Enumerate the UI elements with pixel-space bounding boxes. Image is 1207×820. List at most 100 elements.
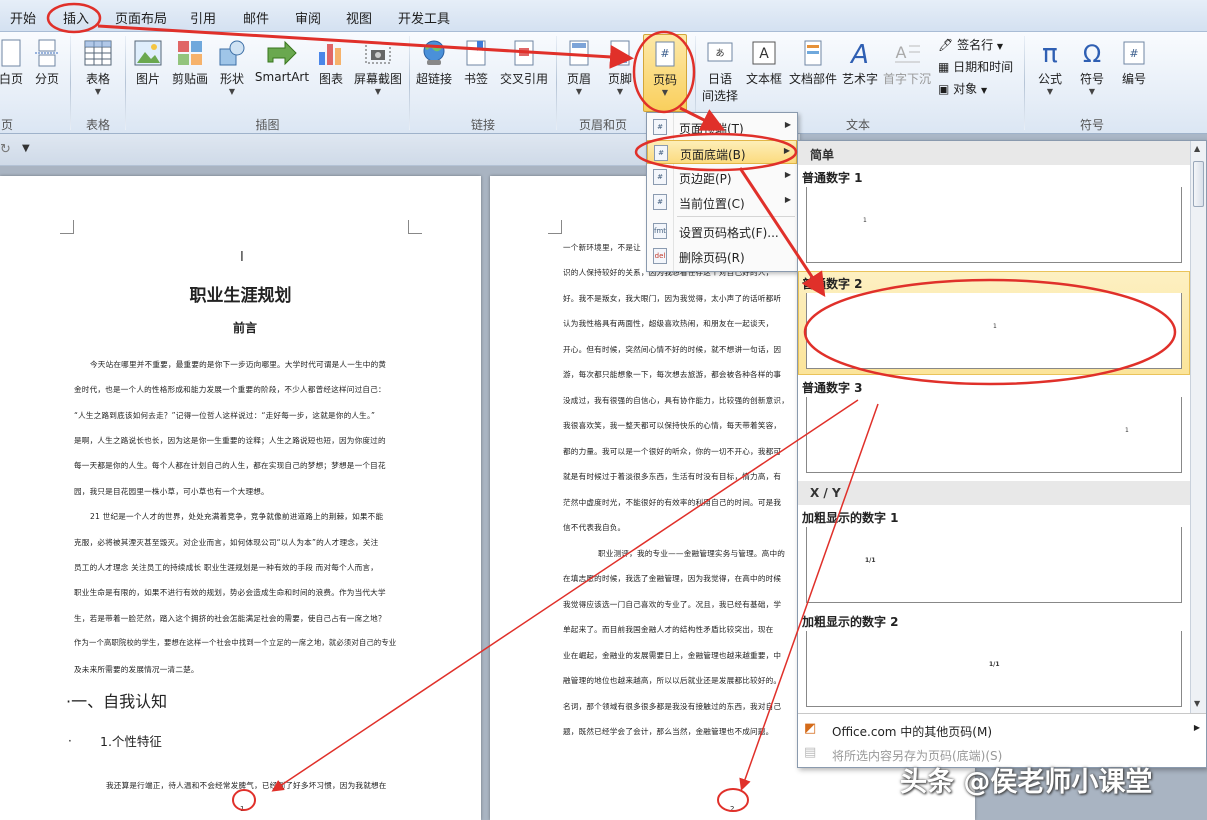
menu-item-format-page-numbers[interactable]: fmt 设置页码格式(F)... (647, 219, 797, 243)
clipart-label: 剪贴画 (170, 70, 210, 87)
date-selector-button[interactable]: あ 日语 间选择 (698, 38, 742, 104)
footer-button[interactable]: 页脚 ▼ (601, 38, 639, 96)
gallery-sample-number: 1/1 (865, 557, 876, 564)
signature-line-label: 签名行 (957, 38, 993, 52)
gallery-item-bold-number-1[interactable]: 1/1 (806, 527, 1182, 603)
smartart-button[interactable]: SmartArt (254, 38, 310, 84)
dropdown-arrow-icon: ▼ (351, 87, 405, 96)
svg-text:π: π (1042, 39, 1058, 68)
submenu-arrow-icon: ▶ (784, 146, 790, 155)
paragraph-line: 好。我不是叛女，我大眼门，因为我觉得，太小声了的话听都听 (563, 293, 781, 304)
menu-item-label: 设置页码格式(F)... (679, 224, 779, 241)
scroll-thumb[interactable] (1193, 161, 1204, 207)
table-button[interactable]: 表格 ▼ (78, 38, 118, 96)
wordart-icon: A (845, 38, 875, 68)
datetime-button[interactable]: ▦ 日期和时间 (938, 58, 1024, 75)
blank-page-button[interactable]: 白页 (0, 38, 26, 87)
dropdown-arrow-icon: ▼ (981, 86, 987, 95)
document-page-1[interactable]: I 职业生涯规划 前言 今天站在哪里并不重要，最重要的是你下一步迈向哪里。大学时… (0, 176, 481, 820)
chart-label: 图表 (314, 70, 348, 87)
paragraph-line: 生，若是带着一脸茫然，踏入这个拥挤的社会怎能满足社会的需要，使自己占有一席之地？ (74, 613, 386, 624)
hyperlink-label: 超链接 (414, 70, 454, 87)
tab-page-layout[interactable]: 页面布局 (115, 8, 167, 27)
tab-view[interactable]: 视图 (346, 8, 372, 27)
menu-item-top-of-page[interactable]: # 页面顶端(T) ▶ (647, 115, 797, 139)
paragraph-line: 在填志愿的时候，我选了金融管理，因为我觉得，在高中的时候 (563, 573, 781, 584)
paragraph-line: 就是有时候过于着淡很多东西，生活有时没有目标，惰力高，有 (563, 471, 781, 482)
group-label-illustrations: 插图 (130, 116, 405, 133)
picture-button[interactable]: 图片 (130, 38, 166, 87)
tab-developer[interactable]: 开发工具 (398, 8, 450, 27)
object-button[interactable]: ▣ 对象 ▼ (938, 80, 1018, 97)
scroll-down-icon[interactable]: ▼ (1194, 699, 1200, 708)
tab-review[interactable]: 审阅 (295, 8, 321, 27)
screenshot-button[interactable]: 屏幕截图 ▼ (351, 38, 405, 96)
gallery-item-bold-number-2[interactable]: 1/1 (806, 631, 1182, 707)
menu-item-current-position[interactable]: # 当前位置(C) ▶ (647, 190, 797, 214)
clipart-button[interactable]: 剪贴画 (170, 38, 210, 87)
signature-icon: 🖊 (938, 38, 953, 52)
dropdown-arrow-icon: ▼ (1030, 87, 1070, 96)
group-separator (556, 36, 557, 130)
paragraph-line: 一个新环境里，不是让 (563, 242, 641, 253)
undo-icon[interactable]: ↻ (0, 142, 11, 157)
signature-line-button[interactable]: 🖊 签名行 ▼ (938, 36, 1018, 53)
group-separator (125, 36, 126, 130)
tab-references[interactable]: 引用 (190, 8, 216, 27)
scroll-up-icon[interactable]: ▲ (1194, 144, 1200, 153)
blank-page-label: 白页 (0, 70, 26, 87)
doc-subtitle: 前言 (0, 319, 481, 336)
paragraph-line: 我还算是行端正，待人温和不会经常发脾气，已经到了好多坏习惯，因为我就想在 (106, 780, 387, 791)
more-page-numbers-label: Office.com 中的其他页码(M) (832, 723, 992, 740)
gallery-item-title: 加粗显示的数字 1 (802, 509, 899, 526)
menu-item-page-margins[interactable]: # 页边距(P) ▶ (647, 165, 797, 189)
numbering-button[interactable]: # 编号 (1114, 38, 1154, 87)
page-number-icon: # (653, 119, 667, 135)
page-number-button[interactable]: # 页码 ▼ (643, 34, 687, 112)
wordart-button[interactable]: A 艺术字 (840, 38, 880, 87)
gallery-section-header: 简单 (798, 141, 1190, 165)
bookmark-button[interactable]: 书签 (458, 38, 494, 87)
more-page-numbers-from-office-com[interactable]: ◩ Office.com 中的其他页码(M) ▶ (798, 717, 1206, 743)
shapes-button[interactable]: 形状 ▼ (214, 38, 250, 96)
equation-button[interactable]: π 公式 ▼ (1030, 38, 1070, 96)
customize-arrow-icon[interactable]: ▼ (22, 143, 30, 154)
ribbon: 白页 分页 页 表格 ▼ 表格 图片 剪贴画 形状 ▼ SmartArt 图表 … (0, 32, 1207, 134)
chart-button[interactable]: 图表 (314, 38, 348, 87)
group-label-symbols: 符号 (1030, 116, 1154, 133)
tab-mailings[interactable]: 邮件 (243, 8, 269, 27)
office-logo-icon: ◩ (804, 721, 816, 736)
gallery-scrollbar[interactable]: ▲ ▼ (1190, 141, 1206, 713)
hyperlink-button[interactable]: 超链接 (414, 38, 454, 87)
document-parts-button[interactable]: 文档部件 (786, 38, 840, 87)
page-number-gallery: 简单 普通数字 1 1 普通数字 2 1 普通数字 3 1 X / Y 加粗显示… (797, 140, 1207, 768)
paragraph-line: 作为一个高职院校的学生，要想在这样一个社会中找到一个立足的一席之地，就必须对自己… (74, 638, 396, 648)
menu-item-remove-page-numbers[interactable]: del 删除页码(R) (647, 244, 797, 268)
header-button[interactable]: 页眉 ▼ (560, 38, 598, 96)
cross-reference-button[interactable]: 交叉引用 (496, 38, 552, 87)
page-break-button[interactable]: 分页 (32, 38, 62, 87)
gallery-item-plain-number-1[interactable]: 1 (806, 187, 1182, 263)
dropdown-arrow-icon: ▼ (78, 87, 118, 96)
submenu-arrow-icon: ▶ (785, 170, 791, 179)
cross-reference-label: 交叉引用 (496, 70, 552, 87)
margin-corner (548, 220, 562, 234)
svg-text:#: # (1129, 47, 1138, 60)
gallery-item-title: 普通数字 2 (802, 275, 863, 292)
page-number-text: 2 (730, 805, 734, 813)
submenu-arrow-icon: ▶ (785, 195, 791, 204)
picture-label: 图片 (130, 70, 166, 87)
dropcap-button[interactable]: A 首字下沉 (882, 38, 932, 87)
tab-home[interactable]: 开始 (10, 8, 36, 27)
symbol-button[interactable]: Ω 符号 ▼ (1072, 38, 1112, 96)
svg-text:Ω: Ω (1083, 40, 1101, 68)
gallery-item-plain-number-2[interactable]: 1 (806, 293, 1182, 369)
shapes-icon (217, 38, 247, 68)
watermark: 头条 @侯老师小课堂 (900, 760, 1152, 799)
svg-text:#: # (660, 47, 669, 60)
tab-insert[interactable]: 插入 (63, 8, 89, 27)
textbox-button[interactable]: A 文本框 (744, 38, 784, 87)
group-label-header-footer: 页眉和页 (560, 116, 646, 133)
menu-item-bottom-of-page[interactable]: # 页面底端(B) ▶ (647, 140, 797, 164)
gallery-item-plain-number-3[interactable]: 1 (806, 397, 1182, 473)
